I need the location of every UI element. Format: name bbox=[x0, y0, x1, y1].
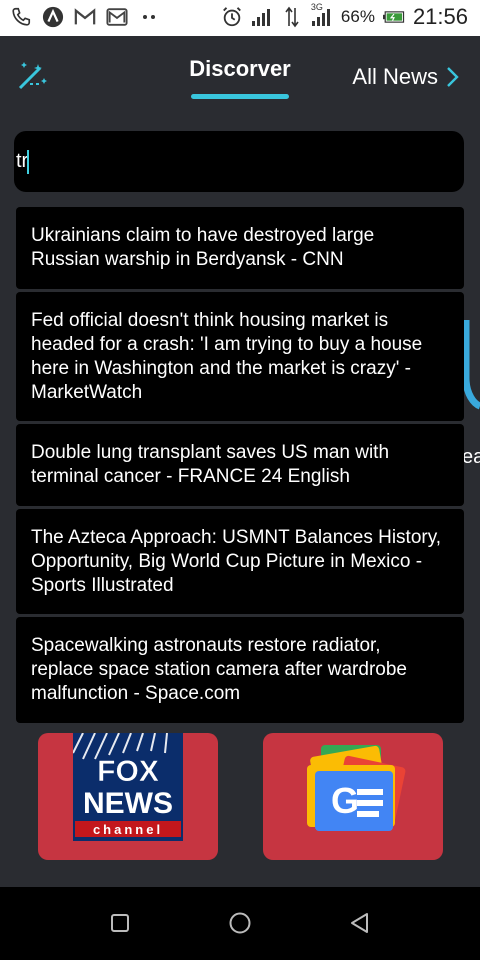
google-news-logo: G bbox=[307, 745, 406, 831]
phone-icon bbox=[10, 6, 32, 28]
clock: 21:56 bbox=[412, 4, 468, 29]
fox-logo-line1: FOX bbox=[97, 755, 159, 788]
suggestion-item[interactable]: Spacewalking astronauts restore radiator… bbox=[16, 617, 464, 723]
fox-logo-line2: NEWS bbox=[83, 787, 173, 820]
suggestion-text: Ukrainians claim to have destroyed large… bbox=[31, 225, 375, 270]
suggestion-text: Fed official doesn't think housing marke… bbox=[31, 309, 423, 403]
search-input[interactable] bbox=[14, 131, 446, 192]
battery-charging-icon bbox=[382, 6, 405, 28]
suggestion-text: The Azteca Approach: USMNT Balances Hist… bbox=[31, 526, 442, 596]
gmail-icon bbox=[74, 6, 96, 28]
data-arrows-icon bbox=[281, 6, 303, 28]
google-news-letter: G bbox=[331, 780, 359, 821]
suggestion-item[interactable]: Fed official doesn't think housing marke… bbox=[16, 292, 464, 421]
background-text-fragment: ea bbox=[462, 446, 480, 468]
suggestion-item[interactable]: The Azteca Approach: USMNT Balances Hist… bbox=[16, 509, 464, 614]
gmail-outline-icon bbox=[106, 6, 128, 28]
suggestion-text: Spacewalking astronauts restore radiator… bbox=[31, 635, 407, 704]
system-nav-bar bbox=[0, 887, 480, 960]
title-underline bbox=[191, 94, 289, 99]
signal-3g-icon: 3G bbox=[311, 2, 333, 28]
suggestion-item[interactable]: Ukrainians claim to have destroyed large… bbox=[16, 207, 464, 289]
text-caret bbox=[27, 150, 29, 174]
fox-news-tile[interactable]: FOX NEWS channel bbox=[38, 733, 218, 860]
alarm-icon bbox=[221, 6, 243, 28]
a-logo-icon bbox=[42, 6, 64, 28]
suggestion-text: Double lung transplant saves US man with… bbox=[31, 442, 390, 487]
fox-logo-line3: channel bbox=[93, 822, 163, 837]
status-bar: 3G 66% 21:56 bbox=[0, 0, 480, 36]
back-triangle-icon[interactable] bbox=[345, 908, 375, 938]
battery-percent: 66% bbox=[340, 7, 375, 26]
fox-news-logo: FOX NEWS channel bbox=[73, 733, 183, 841]
suggestion-item[interactable]: Double lung transplant saves US man with… bbox=[16, 424, 464, 506]
signal-icon bbox=[251, 6, 273, 28]
more-dots-icon bbox=[138, 6, 160, 28]
top-bar: Discorver All News bbox=[0, 36, 480, 114]
chevron-right-icon bbox=[446, 66, 460, 88]
all-news-label: All News bbox=[352, 64, 438, 89]
recents-square-icon[interactable] bbox=[105, 908, 135, 938]
home-circle-icon[interactable] bbox=[225, 908, 255, 938]
search-box[interactable] bbox=[14, 131, 464, 192]
google-news-tile[interactable]: G bbox=[263, 733, 443, 860]
all-news-button[interactable]: All News bbox=[352, 64, 460, 90]
